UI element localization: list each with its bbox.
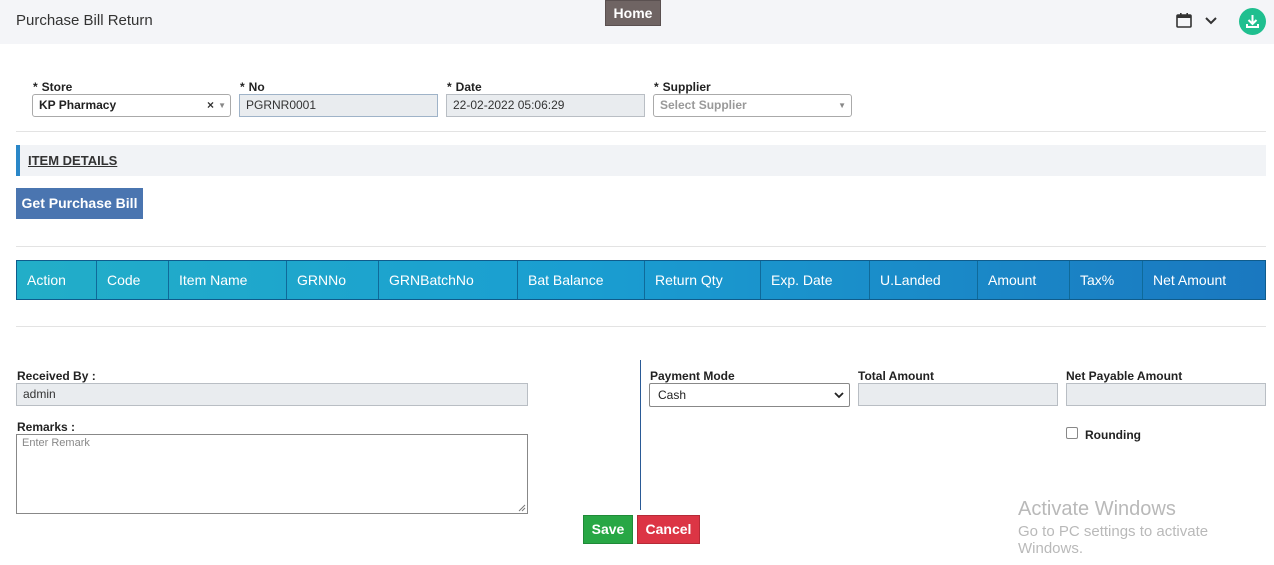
activation-watermark-subtitle: Go to PC settings to activate Windows. [1018, 523, 1209, 557]
download-icon [1246, 15, 1259, 28]
net-payable-amount-field[interactable] [1066, 383, 1266, 406]
chevron-down-icon [834, 392, 844, 399]
rounding-checkbox[interactable] [1066, 427, 1078, 439]
save-button[interactable]: Save [583, 515, 633, 544]
date-label: * Date [447, 80, 482, 94]
column-header-code[interactable]: Code [97, 261, 169, 299]
rounding-label: Rounding [1085, 428, 1141, 442]
date-field[interactable]: 22-02-2022 05:06:29 [446, 94, 645, 117]
column-header-action[interactable]: Action [17, 261, 97, 299]
home-tab[interactable]: Home [605, 0, 661, 26]
resize-grip-icon[interactable] [518, 504, 526, 512]
remarks-textarea[interactable]: Enter Remark [16, 434, 528, 514]
item-details-title: ITEM DETAILS [28, 153, 118, 168]
no-label: * No [240, 80, 265, 94]
payment-mode-select[interactable]: Cash [649, 383, 850, 407]
column-header-bat-balance[interactable]: Bat Balance [518, 261, 645, 299]
remarks-label: Remarks : [17, 420, 76, 434]
column-header-tax[interactable]: Tax% [1070, 261, 1143, 299]
column-header-grnbatchno[interactable]: GRNBatchNo [379, 261, 518, 299]
divider [16, 326, 1266, 327]
net-payable-amount-label: Net Payable Amount [1066, 369, 1183, 383]
supplier-select[interactable]: Select Supplier ▼ [653, 94, 852, 117]
received-by-label: Received By : [17, 369, 96, 383]
dropdown-arrow-icon: ▼ [218, 101, 226, 110]
column-header-net-amount[interactable]: Net Amount [1143, 261, 1265, 299]
column-header-grnno[interactable]: GRNNo [287, 261, 379, 299]
column-header-exp-date[interactable]: Exp. Date [761, 261, 870, 299]
store-label: * Store [33, 80, 73, 94]
column-header-u-landed[interactable]: U.Landed [870, 261, 978, 299]
column-header-amount[interactable]: Amount [978, 261, 1070, 299]
clear-icon[interactable]: × [207, 95, 214, 116]
section-divider [640, 360, 641, 510]
dropdown-arrow-icon: ▼ [838, 101, 846, 110]
cancel-button[interactable]: Cancel [637, 515, 700, 544]
column-header-return-qty[interactable]: Return Qty [645, 261, 761, 299]
activation-watermark-title: Activate Windows [1018, 498, 1176, 520]
total-amount-field[interactable] [858, 383, 1058, 406]
calendar-icon[interactable] [1176, 12, 1192, 28]
download-button[interactable] [1239, 8, 1266, 35]
no-field[interactable]: PGRNR0001 [239, 94, 438, 117]
page-title: Purchase Bill Return [16, 12, 153, 29]
item-details-section: ITEM DETAILS [16, 145, 1266, 176]
column-header-item-name[interactable]: Item Name [169, 261, 287, 299]
total-amount-label: Total Amount [858, 369, 934, 383]
chevron-down-icon[interactable] [1204, 14, 1218, 28]
store-select[interactable]: KP Pharmacy × ▼ [32, 94, 231, 117]
divider [16, 246, 1266, 247]
supplier-label: * Supplier [654, 80, 711, 94]
payment-mode-label: Payment Mode [650, 369, 735, 383]
divider [16, 131, 1266, 132]
top-bar: Purchase Bill Return Home [0, 0, 1274, 44]
received-by-field[interactable]: admin [16, 383, 528, 406]
get-purchase-bill-button[interactable]: Get Purchase Bill [16, 188, 143, 219]
item-grid-header: Action Code Item Name GRNNo GRNBatchNo B… [16, 260, 1266, 300]
